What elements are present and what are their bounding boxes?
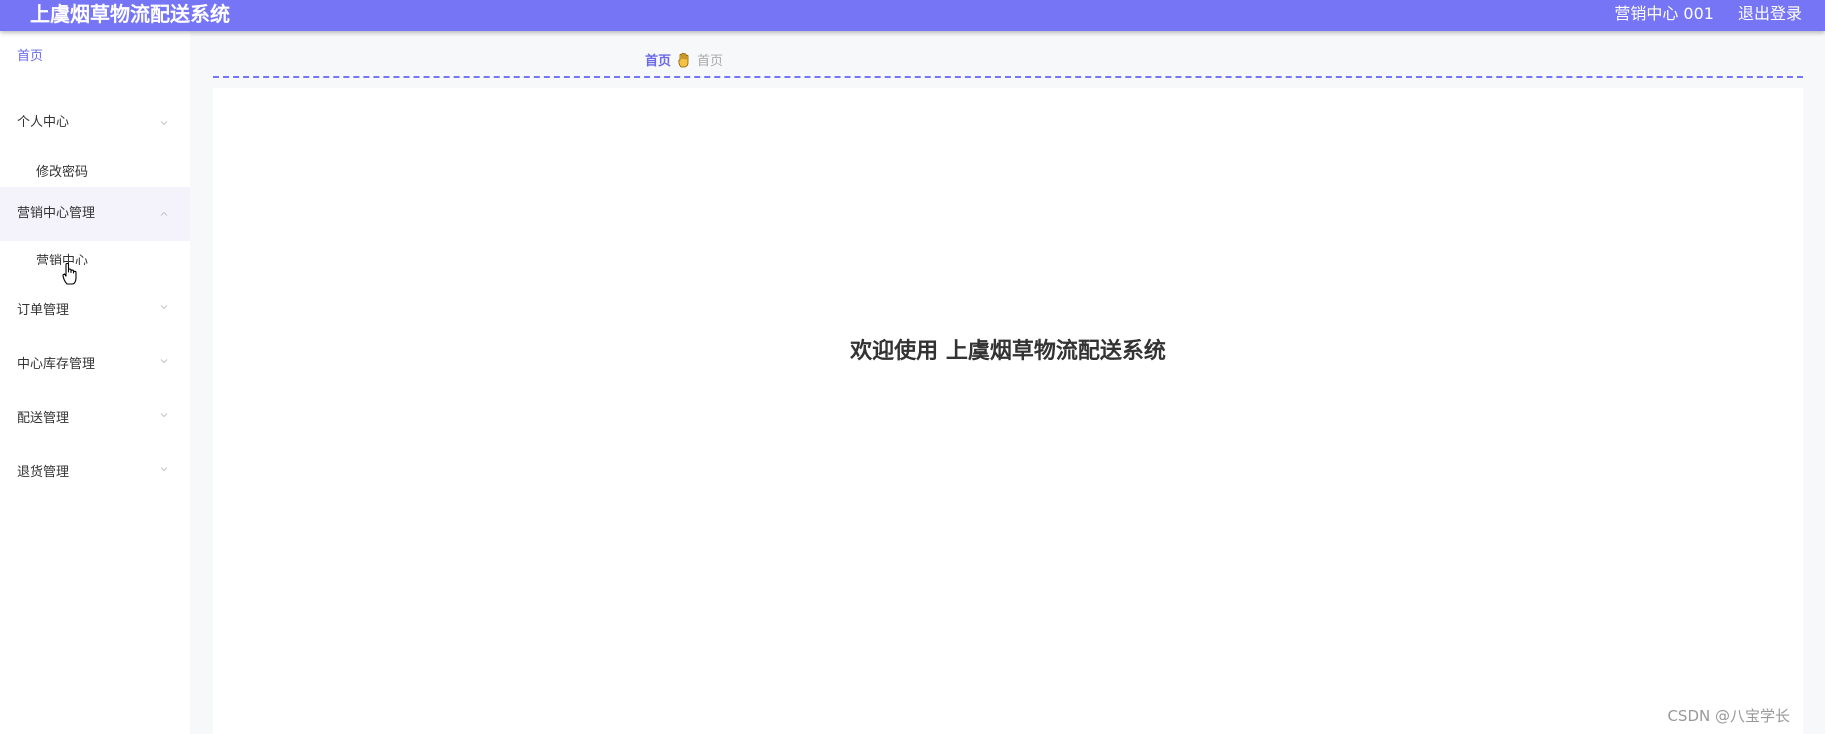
- sidebar-item-label: 中心库存管理: [17, 357, 96, 372]
- sidebar-item-return-management[interactable]: 退货管理: [0, 453, 190, 493]
- user-name[interactable]: 营销中心 001: [1614, 4, 1714, 24]
- sidebar-item-label: 营销中心管理: [17, 206, 96, 221]
- sidebar-item-marketing-center-management[interactable]: 营销中心管理: [0, 187, 190, 241]
- chevron-down-icon: [160, 413, 168, 418]
- sidebar-item-personal-center[interactable]: 个人中心: [0, 103, 190, 143]
- sidebar-item-label: 退货管理: [17, 465, 70, 480]
- divider: [213, 76, 1803, 78]
- sidebar-item-label: 首页: [17, 49, 44, 64]
- sidebar-item-label: 配送管理: [17, 411, 70, 426]
- sidebar: 首页 个人中心 修改密码 营销中心管理 营销中心 订单管理 中心库存管理 配送管…: [0, 31, 190, 734]
- chevron-down-icon: [160, 121, 168, 126]
- sidebar-item-label: 订单管理: [17, 303, 70, 318]
- logout-button[interactable]: 退出登录: [1738, 4, 1802, 24]
- sidebar-item-delivery-management[interactable]: 配送管理: [0, 399, 190, 439]
- breadcrumb-current: 首页: [697, 54, 724, 69]
- content-panel: 欢迎使用 上虞烟草物流配送系统 CSDN @八宝学长: [213, 88, 1803, 734]
- watermark: CSDN @八宝学长: [1667, 707, 1790, 725]
- chevron-down-icon: [160, 359, 168, 364]
- sidebar-item-order-management[interactable]: 订单管理: [0, 291, 190, 331]
- breadcrumb: 首页 首页: [645, 50, 723, 69]
- hand-pointer-cursor-icon: [62, 262, 77, 285]
- chevron-up-icon: [160, 211, 168, 216]
- breadcrumb-home[interactable]: 首页: [645, 50, 671, 69]
- sidebar-item-marketing-center[interactable]: 营销中心: [0, 251, 190, 265]
- sidebar-item-home[interactable]: 首页: [0, 45, 190, 65]
- app-title: 上虞烟草物流配送系统: [30, 2, 230, 26]
- chevron-down-icon: [160, 305, 168, 310]
- chevron-down-icon: [160, 467, 168, 472]
- welcome-message: 欢迎使用 上虞烟草物流配送系统: [850, 339, 1166, 364]
- hand-icon: [678, 52, 689, 67]
- top-bar: 上虞烟草物流配送系统 营销中心 001 退出登录: [0, 0, 1825, 31]
- sidebar-item-inventory-management[interactable]: 中心库存管理: [0, 345, 190, 385]
- sidebar-item-label: 个人中心: [17, 115, 70, 130]
- topbar-right: 营销中心 001 退出登录: [1590, 4, 1802, 24]
